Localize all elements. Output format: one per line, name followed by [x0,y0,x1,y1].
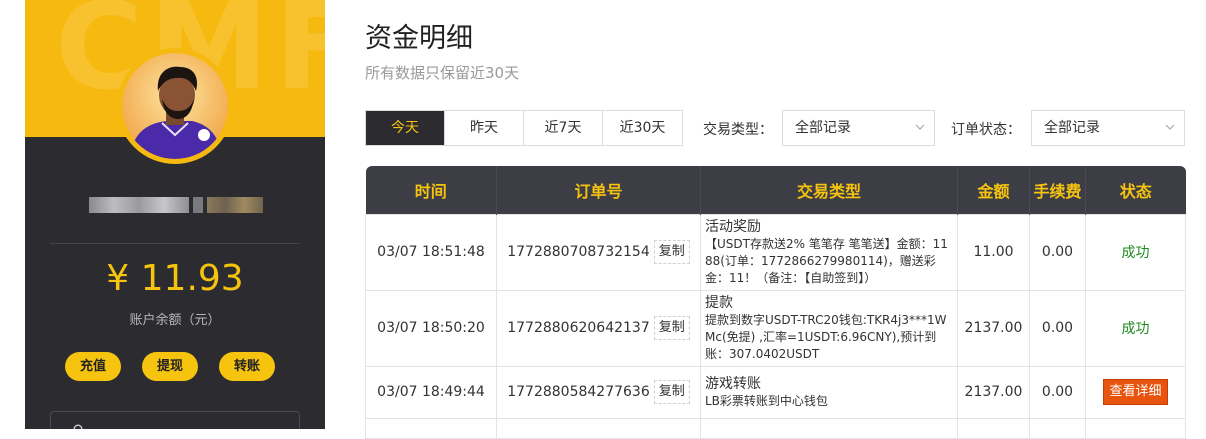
account-balance-label: 账户余额（元） [129,313,221,328]
tab-last-30-days[interactable]: 近30天 [603,111,682,145]
sidebar-search-box[interactable] [50,411,300,429]
cell-fee: 0.00 [1029,289,1086,367]
order-number: 1772880708732154 [507,244,650,260]
table-row: 03/07 18:50:20 1772880620642137 复制 提款 提款到… [365,289,1186,367]
copy-button[interactable]: 复制 [653,316,690,340]
fund-details-panel: 资金明细 所有数据只保留近30天 今天 昨天 近7天 近30天 交易类型： 全部… [365,0,1186,439]
header-time: 时间 [414,181,447,201]
table-row: 03/07 18:51:48 1772880708732154 复制 活动奖励 【… [365,213,1186,291]
cell-amount: 2137.00 [957,365,1030,419]
cell-trade-type: 游戏转账 LB彩票转账到中心钱包 [700,365,958,419]
user-sidebar: CMF [25,0,325,429]
cell-status: 成功 [1085,289,1186,367]
trade-type-title: 游戏转账 [705,375,761,392]
cell-fee: 0.00 [1029,213,1086,291]
trade-type-description: 【USDT存款送2% 笔笔存 笔笔送】金额：1188(订单：1772866279… [705,236,948,285]
order-status-label: 订单状态： [951,122,1021,138]
page-title: 资金明细 [365,23,473,54]
cell-time: 03/07 18:49:44 [365,365,497,419]
order-number: 1772880620642137 [507,320,650,336]
cell-trade-type: 提款 提款到数字USDT-TRC20钱包:TKR4j3***1WMc(免提) ,… [700,289,958,367]
status-success: 成功 [1121,321,1150,337]
trade-type-title: 提款 [705,294,733,311]
copy-button[interactable]: 复制 [653,380,690,404]
trade-type-value: 全部记录 [795,120,851,136]
header-status: 状态 [1085,166,1186,214]
username-blurred [85,190,265,220]
chevron-down-icon [1165,124,1175,130]
avatar-image [122,53,228,159]
chevron-down-icon [915,124,925,130]
cell-status: 查看详细 [1085,365,1186,419]
date-range-tabs: 今天 昨天 近7天 近30天 [365,110,683,146]
transfer-button[interactable]: 转账 [219,352,275,381]
trade-type-title: 活动奖励 [705,218,761,235]
table-row-partial [365,417,1186,439]
order-status-select[interactable]: 全部记录 [1031,110,1185,146]
trade-type-description: LB彩票转账到中心钱包 [705,393,828,408]
account-balance: ¥ 11.93 [106,258,244,299]
cell-fee: 0.00 [1029,365,1086,419]
sidebar-divider [50,243,300,244]
header-fee: 手续费 [1029,166,1086,214]
withdraw-button[interactable]: 提现 [142,352,198,381]
avatar[interactable] [117,48,233,164]
trade-type-select[interactable]: 全部记录 [782,110,935,146]
view-details-button[interactable]: 查看详细 [1103,379,1168,405]
tab-yesterday[interactable]: 昨天 [445,111,524,145]
copy-button[interactable]: 复制 [653,240,690,264]
cell-order-no: 1772880708732154 复制 [496,213,701,291]
cell-time: 03/07 18:51:48 [365,213,497,291]
deposit-button[interactable]: 充值 [65,352,121,381]
status-success: 成功 [1121,245,1150,261]
cell-order-no: 1772880620642137 复制 [496,289,701,367]
header-amount: 金额 [957,166,1030,214]
fund-details-table: 时间 订单号 交易类型 金额 手续费 状态 03/07 18:51:48 177… [365,166,1186,439]
cell-amount: 11.00 [957,213,1030,291]
tab-last-7-days[interactable]: 近7天 [524,111,603,145]
table-row: 03/07 18:49:44 1772880584277636 复制 游戏转账 L… [365,365,1186,419]
order-number: 1772880584277636 [507,384,650,400]
cell-time: 03/07 18:50:20 [365,289,497,367]
header-trade-type: 交易类型 [700,166,958,214]
cell-trade-type: 活动奖励 【USDT存款送2% 笔笔存 笔笔送】金额：1188(订单：17728… [700,213,958,291]
trade-type-label: 交易类型： [703,122,773,138]
page-subtitle: 所有数据只保留近30天 [365,64,520,82]
search-icon [73,424,83,429]
header-order-no: 订单号 [496,166,701,214]
cell-status: 成功 [1085,213,1186,291]
order-status-value: 全部记录 [1044,120,1100,136]
table-header: 时间 订单号 交易类型 金额 手续费 状态 [365,166,1186,214]
trade-type-description: 提款到数字USDT-TRC20钱包:TKR4j3***1WMc(免提) ,汇率=… [705,312,947,361]
cell-order-no: 1772880584277636 复制 [496,365,701,419]
tab-today[interactable]: 今天 [366,111,445,145]
cell-amount: 2137.00 [957,289,1030,367]
